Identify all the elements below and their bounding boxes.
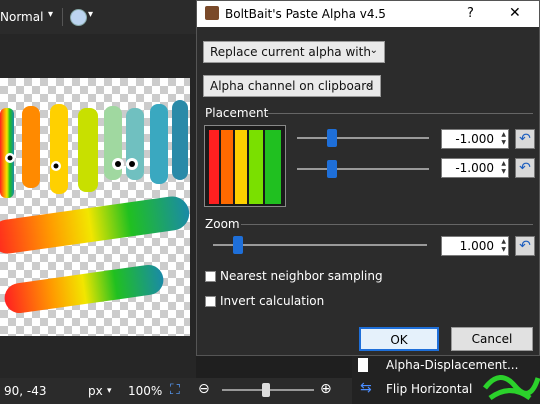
chevron-down-icon[interactable]: ▾ <box>107 386 112 396</box>
placement-y-value: -1.000 <box>455 161 494 175</box>
zoom-thumb[interactable] <box>233 236 243 254</box>
cursor-coords: 90, -43 <box>4 384 47 398</box>
alpha-source-select[interactable]: Alpha channel on clipboard ⌄ <box>203 75 381 97</box>
effect-icon <box>358 358 368 372</box>
dialog-title: BoltBait's Paste Alpha v4.5 <box>225 7 386 21</box>
nearest-neighbor-checkbox[interactable] <box>205 271 216 282</box>
zoom-slider-thumb[interactable] <box>262 383 270 397</box>
plugin-icon <box>205 6 219 20</box>
layer-thumbnail <box>483 375 540 401</box>
color-circle-icon[interactable] <box>70 9 87 26</box>
nearest-neighbor-label: Nearest neighbor sampling <box>220 269 383 283</box>
history-panel: Alpha-Displacement... ⇆ Flip Horizontal <box>352 352 540 404</box>
paste-alpha-dialog: BoltBait's Paste Alpha v4.5 ? ✕ Replace … <box>196 0 540 356</box>
zoom-track[interactable] <box>213 244 427 246</box>
zoom-input[interactable]: 1.000 ▲ ▼ <box>441 236 509 256</box>
placement-group-label: Placement <box>205 106 269 120</box>
alpha-mode-select[interactable]: Replace current alpha with ⌄ <box>203 41 385 63</box>
image-toolbar: Normal ▾ ▾ <box>0 0 196 34</box>
placement-y-thumb[interactable] <box>327 160 337 178</box>
reset-icon[interactable]: ↶ <box>515 236 535 256</box>
toolbar-divider <box>62 8 63 26</box>
group-divider <box>267 113 533 114</box>
placement-x-thumb[interactable] <box>327 129 337 147</box>
zoom-out-icon[interactable]: ⊖ <box>198 381 210 397</box>
fit-window-icon[interactable]: ⛶ <box>170 382 180 398</box>
dialog-titlebar[interactable]: BoltBait's Paste Alpha v4.5 ? ✕ <box>197 1 539 27</box>
close-button[interactable]: ✕ <box>509 5 521 21</box>
placement-y-input[interactable]: -1.000 ▲ ▼ <box>441 158 509 178</box>
reset-icon[interactable]: ↶ <box>515 129 535 149</box>
blend-mode-select[interactable]: Normal <box>0 10 43 24</box>
units-select[interactable]: px <box>88 384 103 398</box>
chevron-down-icon[interactable]: ▾ <box>88 9 93 20</box>
spinner-icon[interactable]: ▲ ▼ <box>501 131 506 147</box>
help-button[interactable]: ? <box>467 6 474 21</box>
status-bar: 90, -43 px ▾ 100% ⛶ ⊖ ⊕ <box>0 378 360 404</box>
placement-x-value: -1.000 <box>455 132 494 146</box>
zoom-level[interactable]: 100% <box>128 384 162 398</box>
zoom-value: 1.000 <box>459 239 494 253</box>
placement-x-track[interactable] <box>297 137 429 139</box>
zoom-in-icon[interactable]: ⊕ <box>320 381 332 397</box>
zoom-group-label: Zoom <box>205 217 240 231</box>
cancel-button[interactable]: Cancel <box>451 327 533 351</box>
canvas-artwork <box>0 100 190 314</box>
preview-image <box>209 130 281 204</box>
alpha-source-value: Alpha channel on clipboard <box>210 79 374 93</box>
image-canvas[interactable] <box>0 78 190 336</box>
chevron-down-icon: ⌄ <box>365 79 374 90</box>
invert-checkbox[interactable] <box>205 296 216 307</box>
ok-button[interactable]: OK <box>359 327 439 351</box>
reset-icon[interactable]: ↶ <box>515 158 535 178</box>
spinner-icon[interactable]: ▲ ▼ <box>501 160 506 176</box>
chevron-down-icon[interactable]: ▾ <box>48 9 53 20</box>
flip-horizontal-icon: ⇆ <box>360 380 372 396</box>
alpha-mode-value: Replace current alpha with <box>210 45 371 59</box>
invert-label: Invert calculation <box>220 294 325 308</box>
placement-x-input[interactable]: -1.000 ▲ ▼ <box>441 129 509 149</box>
group-divider <box>241 224 533 225</box>
placement-y-track[interactable] <box>297 168 429 170</box>
placement-preview[interactable] <box>204 125 286 207</box>
spinner-icon[interactable]: ▲ ▼ <box>501 238 506 254</box>
history-item-label: Flip Horizontal <box>386 382 473 396</box>
letter-shape <box>0 108 14 198</box>
chevron-down-icon: ⌄ <box>369 45 378 56</box>
